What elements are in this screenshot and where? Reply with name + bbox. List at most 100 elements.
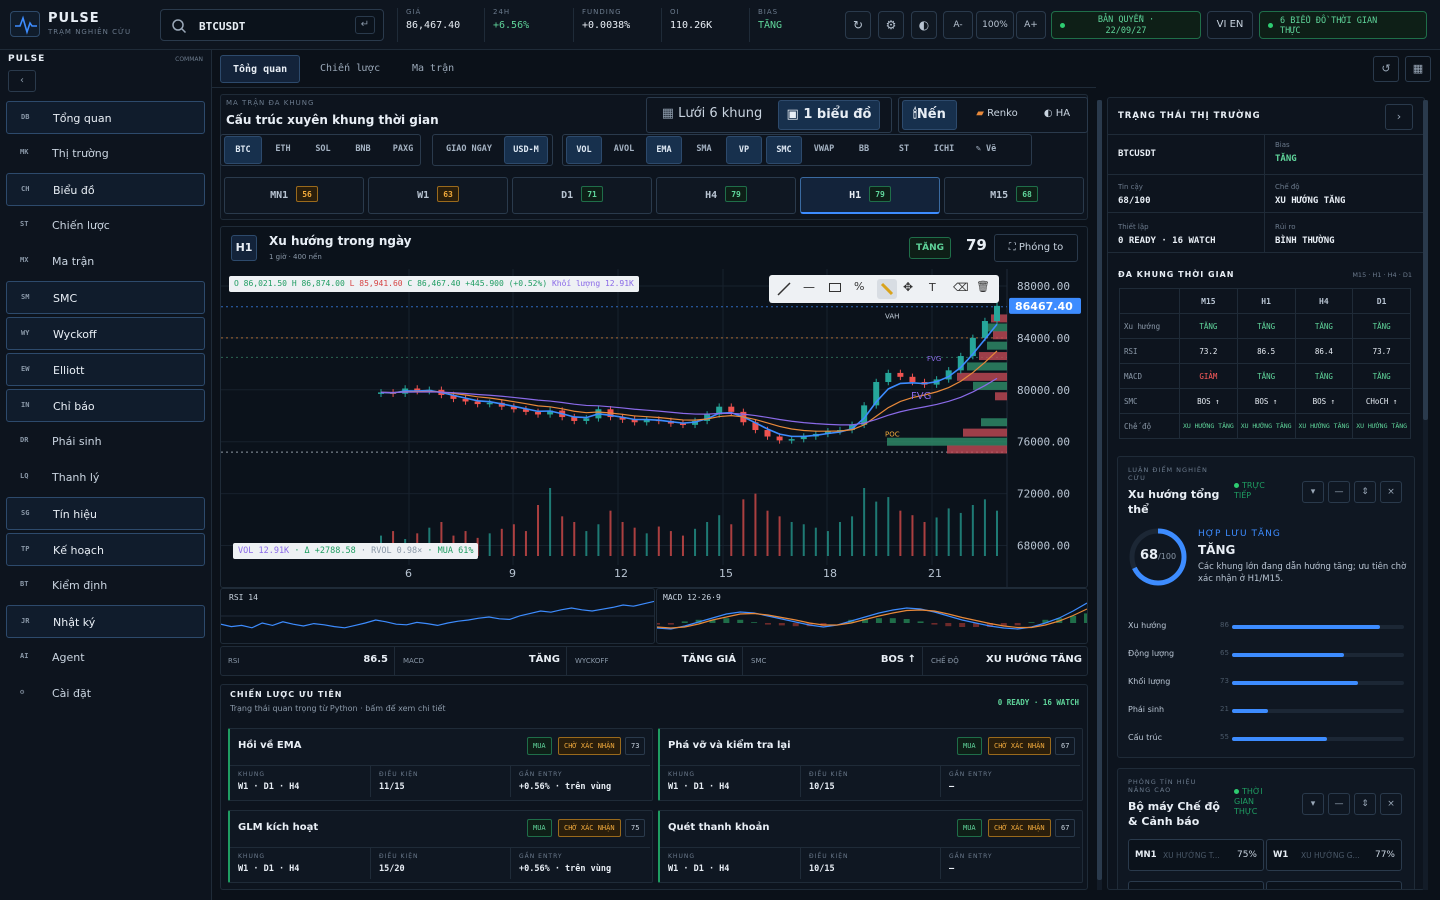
enter-key-icon[interactable]: ↵ [355, 16, 375, 34]
sidebar-collapse-button[interactable]: ‹ [8, 70, 36, 92]
sidebar-item-10[interactable]: LQ Thanh lý [6, 461, 205, 494]
refresh-button[interactable]: ↻ [845, 11, 871, 39]
font-increase-button[interactable]: A+ [1016, 11, 1046, 39]
trendline-tool-icon[interactable] [777, 282, 791, 296]
layout-button[interactable]: ▦ [1405, 56, 1431, 82]
tab-2[interactable]: Ma trận [400, 55, 466, 83]
sidebar-item-4[interactable]: MX Ma trận [6, 245, 205, 278]
strategy-card-2[interactable]: GLM kích hoạt MUA CHỜ XÁC NHẬN 75 KHUNG W1 · … [228, 810, 653, 883]
scrollbar[interactable] [1097, 100, 1102, 890]
grid-6-button[interactable]: ▦ Lưới 6 khung [652, 100, 772, 130]
single-chart-button[interactable]: ▣ 1 biểu đồ [778, 100, 880, 130]
search-input[interactable] [199, 16, 349, 36]
overlay-chip-1[interactable]: AVOL [606, 136, 642, 164]
overlay-chip-9[interactable]: ICHI [926, 136, 962, 164]
sidebar-item-9[interactable]: DR Phái sinh [6, 425, 205, 458]
reload-button[interactable]: ↺ [1373, 56, 1399, 82]
scrollbar[interactable] [1423, 100, 1428, 890]
symbol-chip-1[interactable]: ETH [264, 136, 302, 164]
timeframe-card-D1[interactable]: D1 71 [512, 177, 652, 214]
tab-0[interactable]: Tổng quan [220, 55, 301, 83]
overlay-chip-7[interactable]: BB [846, 136, 882, 164]
theme-toggle-button[interactable]: ◐ [911, 11, 937, 39]
sidebar-item-2[interactable]: CH Biểu đồ [6, 173, 205, 206]
font-decrease-button[interactable]: A- [943, 11, 973, 39]
panel-control-button[interactable]: ⇕ [1354, 793, 1376, 815]
strategy-card-3[interactable]: Quét thanh khoản MUA CHỜ XÁC NHẬN 67 KHUNG W1… [658, 810, 1083, 883]
sidebar-item-14[interactable]: JR Nhật ký [6, 605, 205, 638]
rsi-chart[interactable] [221, 589, 654, 643]
alert-item-MN1[interactable]: MN1 XU HƯỚNG T... 75% [1128, 839, 1264, 871]
overlay-chip-2[interactable]: EMA [646, 136, 682, 164]
timeframe-card-MN1[interactable]: MN1 56 [224, 177, 364, 214]
thesis-kicker: LUẬN ĐIỂM NGHIÊN CỨU [1128, 466, 1208, 482]
hline-tool-icon[interactable]: — [803, 280, 815, 294]
sidebar-item-7[interactable]: EW Elliott [6, 353, 205, 386]
symbol-chip-0[interactable]: BTC [224, 136, 262, 164]
sidebar-item-5[interactable]: SM SMC [6, 281, 205, 314]
market-chip-0[interactable]: GIAO NGAY [438, 136, 500, 164]
zoom-button[interactable]: ⛶ Phóng to [994, 234, 1078, 262]
trash-icon[interactable]: 🗑 [976, 280, 990, 293]
factor-bar [1232, 709, 1404, 713]
text-tool-icon[interactable]: T [929, 281, 936, 294]
market-chip-1[interactable]: USD-M [504, 136, 548, 164]
sidebar-item-11[interactable]: SG Tín hiệu [6, 497, 205, 530]
timeframe-card-W1[interactable]: W1 63 [368, 177, 508, 214]
overlay-chip-0[interactable]: VOL [566, 136, 602, 164]
volume-bar [875, 501, 878, 556]
overlay-chip-8[interactable]: ST [886, 136, 922, 164]
heikin-ashi-button[interactable]: ◐ HA [1032, 100, 1082, 130]
timeframe-card-H4[interactable]: H4 79 [656, 177, 796, 214]
overlay-chip-4[interactable]: VP [726, 136, 762, 164]
panel-control-button[interactable]: — [1328, 481, 1350, 503]
sidebar-item-15[interactable]: AI Agent [6, 641, 205, 674]
panel-control-button[interactable]: ▾ [1302, 793, 1324, 815]
alert-item-D1[interactable]: D1XU HƯỚNG T...80% [1128, 881, 1264, 889]
renko-button[interactable]: ▰ Renko [964, 100, 1030, 130]
macd-chart[interactable] [657, 589, 1087, 643]
timeframe-card-H1[interactable]: H1 79 [800, 177, 940, 214]
sidebar-item-13[interactable]: BT Kiểm định [6, 569, 205, 602]
overlay-chip-5[interactable]: SMC [766, 136, 802, 164]
symbol-chip-3[interactable]: BNB [344, 136, 382, 164]
panel-control-button[interactable]: ▾ [1302, 481, 1324, 503]
overlay-chip-6[interactable]: VWAP [806, 136, 842, 164]
sidebar-item-1[interactable]: MK Thị trường [6, 137, 205, 170]
strategy-card-1[interactable]: Phá vỡ và kiểm tra lại MUA CHỜ XÁC NHẬN 67 K… [658, 728, 1083, 801]
strategy-card-0[interactable]: Hồi về EMA MUA CHỜ XÁC NHẬN 73 KHUNG W1 · D1 … [228, 728, 653, 801]
tab-1[interactable]: Chiến lược [308, 55, 392, 83]
panel-control-button[interactable]: ⇕ [1354, 481, 1376, 503]
sidebar-item-8[interactable]: IN Chỉ báo [6, 389, 205, 422]
overlay-chip-3[interactable]: SMA [686, 136, 722, 164]
sidebar-item-3[interactable]: ST Chiến lược [6, 209, 205, 242]
symbol-search[interactable]: ↵ [160, 9, 384, 41]
ruler-tool-icon[interactable] [877, 279, 897, 299]
eraser-tool-icon[interactable]: ⌫ [953, 281, 969, 294]
realtime-badge[interactable]: 6 BIỂU ĐỒ THỜI GIAN THỰC [1259, 11, 1427, 39]
move-tool-icon[interactable]: ✥ [903, 280, 913, 294]
factor-bar [1232, 737, 1404, 741]
candle-button[interactable]: 🕯Nến [902, 100, 957, 130]
sidebar-item-16[interactable]: ⚙ Cài đặt [6, 677, 205, 710]
symbol-chip-4[interactable]: PAXG [384, 136, 422, 164]
zoom-level[interactable]: 100% [976, 11, 1014, 39]
alert-item-W1[interactable]: W1 XU HƯỚNG G... 77% [1266, 839, 1402, 871]
sidebar-item-12[interactable]: TP Kế hoạch [6, 533, 205, 566]
language-switch[interactable]: VI EN [1207, 11, 1253, 39]
sidebar-item-0[interactable]: DB Tổng quan [6, 101, 205, 134]
panel-control-button[interactable]: × [1380, 793, 1402, 815]
alert-item-H4[interactable]: H4XU HƯỚNG T...80% [1266, 881, 1402, 889]
next-button[interactable]: › [1385, 104, 1413, 130]
overlay-chip-10[interactable]: ✎ Vẽ [966, 136, 1006, 164]
panel-control-button[interactable]: — [1328, 793, 1350, 815]
panel-control-button[interactable]: × [1380, 481, 1402, 503]
percent-tool-icon[interactable]: % [854, 280, 864, 293]
sidebar-item-6[interactable]: WY Wyckoff [6, 317, 205, 350]
rectangle-tool-icon[interactable] [829, 283, 841, 292]
settings-button[interactable]: ⚙ [878, 11, 904, 39]
price-chart[interactable]: 88000.00 84000.00 80000.00 76000.00 72000.00… [221, 269, 1087, 587]
symbol-chip-2[interactable]: SOL [304, 136, 342, 164]
brand[interactable]: PULSE TRẠM NGHIÊN CỨU [10, 9, 150, 41]
timeframe-card-M15[interactable]: M15 68 [944, 177, 1084, 214]
